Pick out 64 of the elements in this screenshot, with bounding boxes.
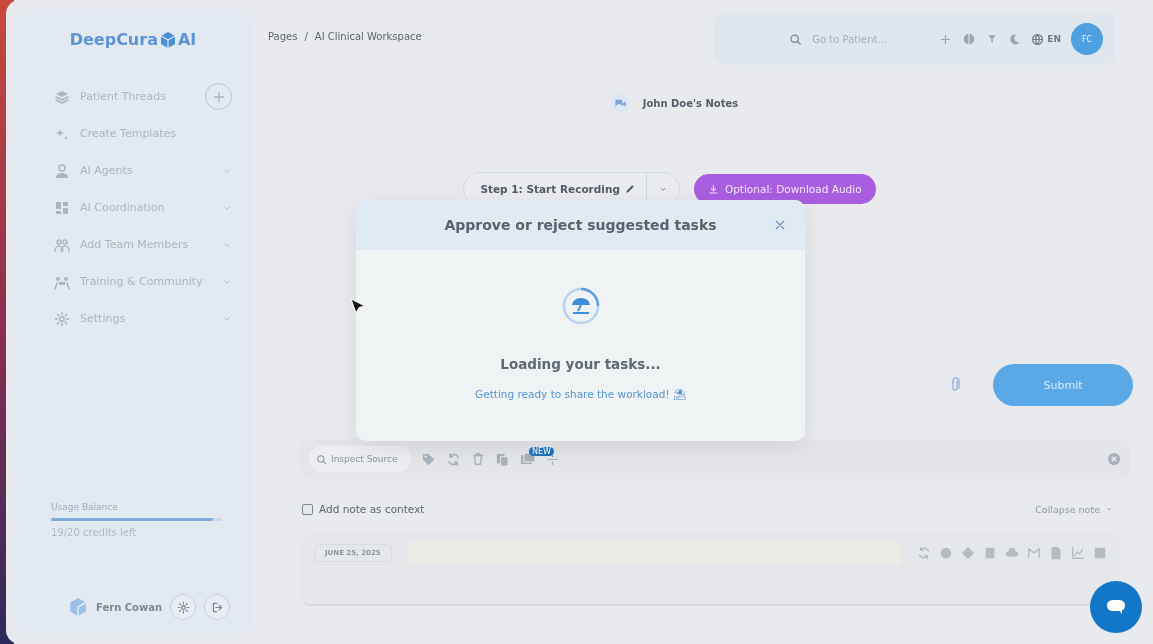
cursor-icon [350, 298, 366, 314]
clear-icon[interactable] [1107, 452, 1121, 466]
search-icon [789, 32, 803, 46]
person-icon [54, 162, 70, 179]
logout-icon [210, 600, 224, 614]
new-badge: NEW [529, 447, 554, 456]
tag-icon[interactable] [421, 451, 436, 467]
context-checkbox[interactable]: Add note as context [302, 503, 425, 515]
user-avatar[interactable]: FC [1071, 23, 1103, 55]
chat-bubbles-icon [610, 94, 629, 112]
settings-icon [176, 600, 190, 614]
refresh-icon[interactable] [446, 451, 461, 467]
cube-avatar-icon [68, 597, 88, 617]
globe-icon [1031, 32, 1045, 46]
chevron-down-icon [1105, 505, 1113, 513]
trash-icon[interactable] [471, 452, 485, 466]
pencil-icon [623, 183, 636, 195]
download-icon [707, 183, 719, 195]
usage-title: Usage Balance [51, 502, 119, 512]
plus-icon [211, 89, 226, 104]
sidebar-item[interactable]: Settings [34, 310, 126, 327]
search-field[interactable]: Go to Patient... [810, 32, 925, 46]
dashboard-icon [54, 199, 70, 216]
breadcrumb-link[interactable]: Pages [268, 30, 298, 42]
mail-icon[interactable] [1027, 546, 1041, 560]
sidebar-item[interactable]: AI Agents [34, 162, 133, 179]
document-icon[interactable] [1049, 546, 1063, 560]
close-button[interactable] [773, 218, 787, 232]
sidebar-item[interactable]: Training & Community [34, 273, 203, 290]
dialog-title: Approve or reject suggested tasks [444, 217, 717, 233]
logo-text: AI [177, 30, 197, 49]
copy-icon[interactable] [495, 451, 510, 467]
collapse-note-link[interactable]: Collapse note [1035, 503, 1113, 515]
logo-text: DeepCura [69, 30, 158, 49]
layers-icon [54, 88, 70, 105]
settings-button[interactable] [170, 594, 197, 620]
spinner-umbrella-icon [560, 286, 601, 326]
close-icon [774, 219, 786, 231]
cube-icon [158, 30, 177, 49]
sidebar-item[interactable]: AI Coordination [34, 199, 165, 216]
notes-tab[interactable]: John Doe's Notes [600, 88, 749, 118]
chart-icon[interactable] [1071, 546, 1085, 560]
loading-subtitle: Getting ready to share the workload! ⛱ [475, 388, 686, 401]
language-button[interactable]: EN [1031, 32, 1061, 46]
contrast-icon[interactable] [962, 32, 977, 46]
user-name: Fern Cowan [96, 601, 163, 613]
search-icon [316, 453, 327, 465]
logout-button[interactable] [204, 594, 231, 620]
breadcrumb-link[interactable]: AI Clinical Workspace [314, 30, 422, 42]
sidebar-item[interactable]: Add Team Members [34, 236, 189, 253]
download-audio-button[interactable]: Optional: Download Audio [693, 174, 876, 204]
plus-icon[interactable] [939, 32, 953, 46]
settings-icon [54, 310, 70, 327]
people-icon [54, 236, 70, 253]
diamond-icon[interactable] [961, 546, 975, 560]
source-search-field[interactable]: Inspect Source [309, 446, 411, 472]
refresh-icon[interactable] [917, 546, 931, 560]
breadcrumb-separator: / [304, 30, 308, 42]
moon-icon[interactable] [1008, 32, 1022, 46]
loading-text: Loading your tasks... [500, 356, 661, 372]
cloud-icon[interactable] [1005, 546, 1019, 560]
submit-button[interactable]: Submit [993, 364, 1133, 406]
filter-icon[interactable] [986, 33, 999, 45]
sidebar-item[interactable]: Patient Threads [34, 88, 166, 105]
